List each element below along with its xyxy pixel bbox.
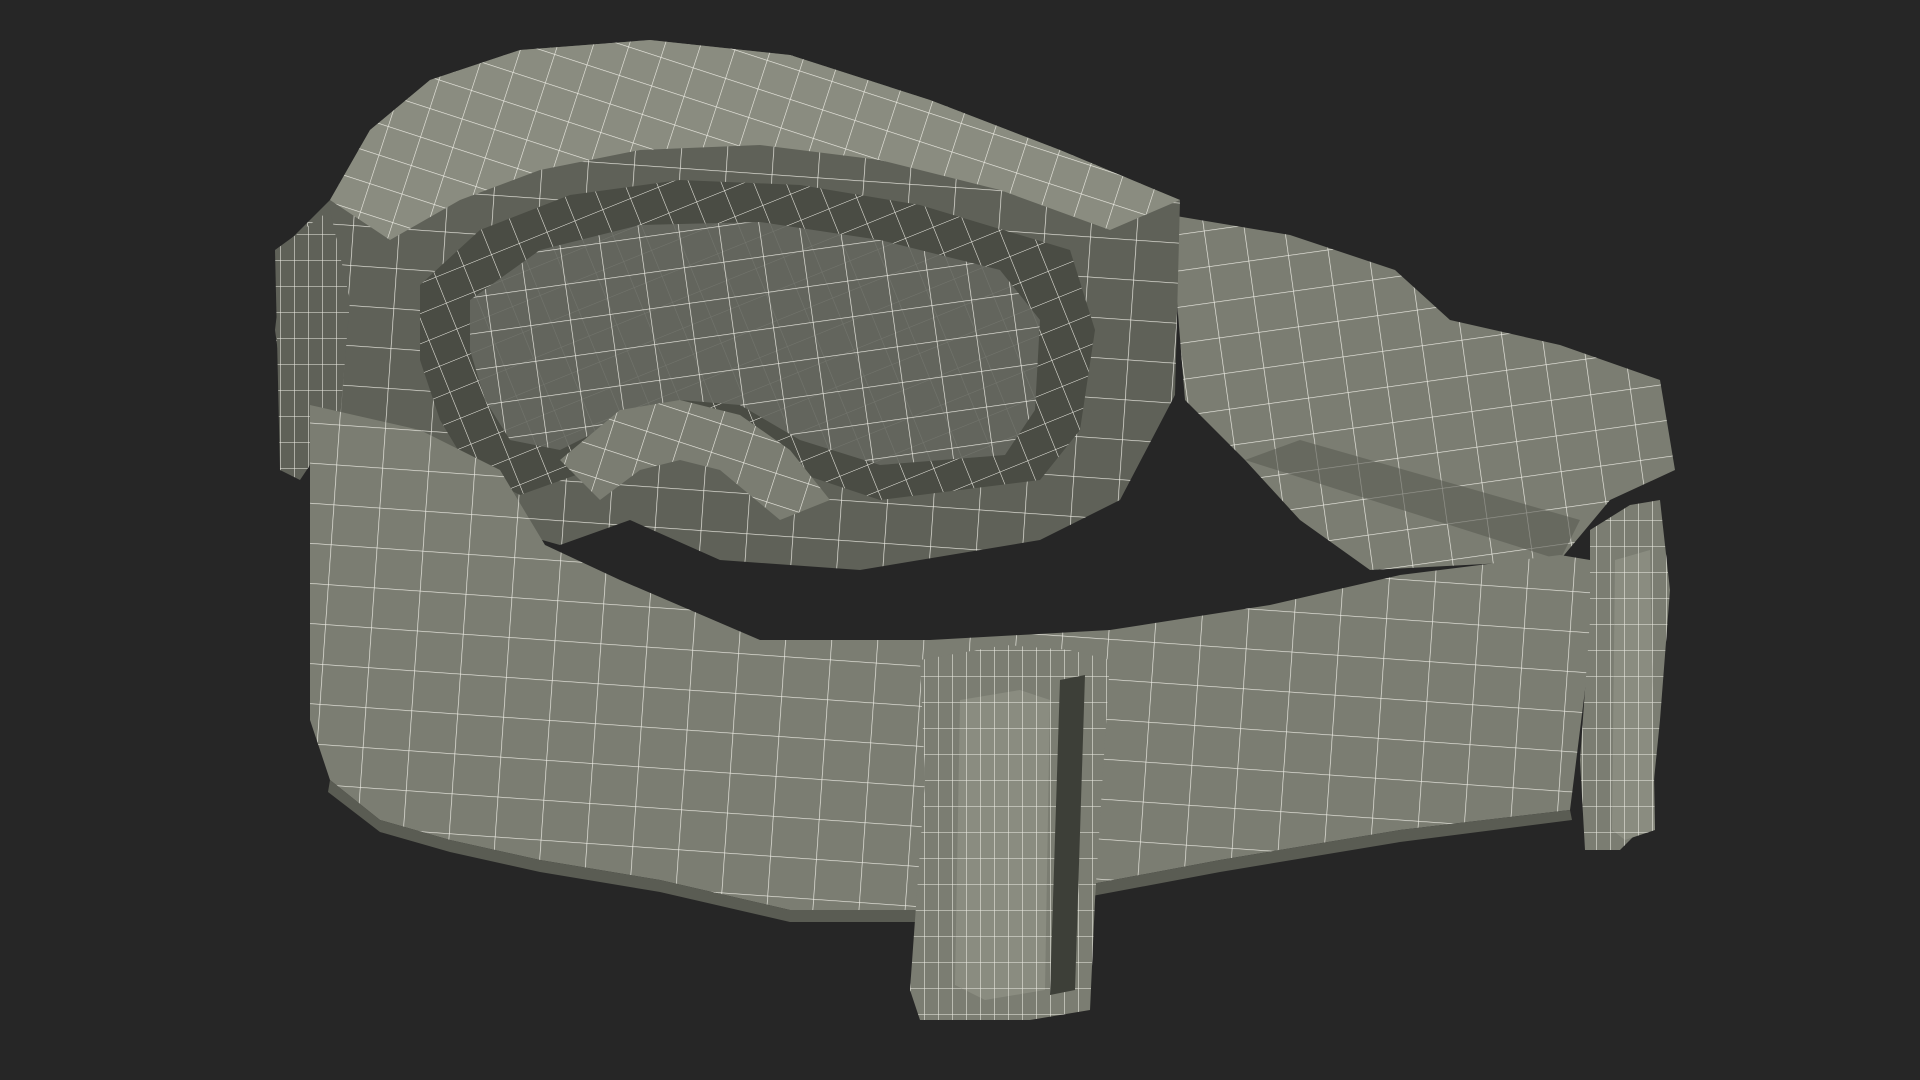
front-buckle — [910, 645, 1110, 1020]
back-strap — [1170, 215, 1675, 570]
goggles-model — [275, 40, 1675, 1020]
lens-interior — [420, 180, 1095, 520]
render-viewport — [0, 0, 1920, 1080]
rear-buckle — [1580, 500, 1670, 850]
